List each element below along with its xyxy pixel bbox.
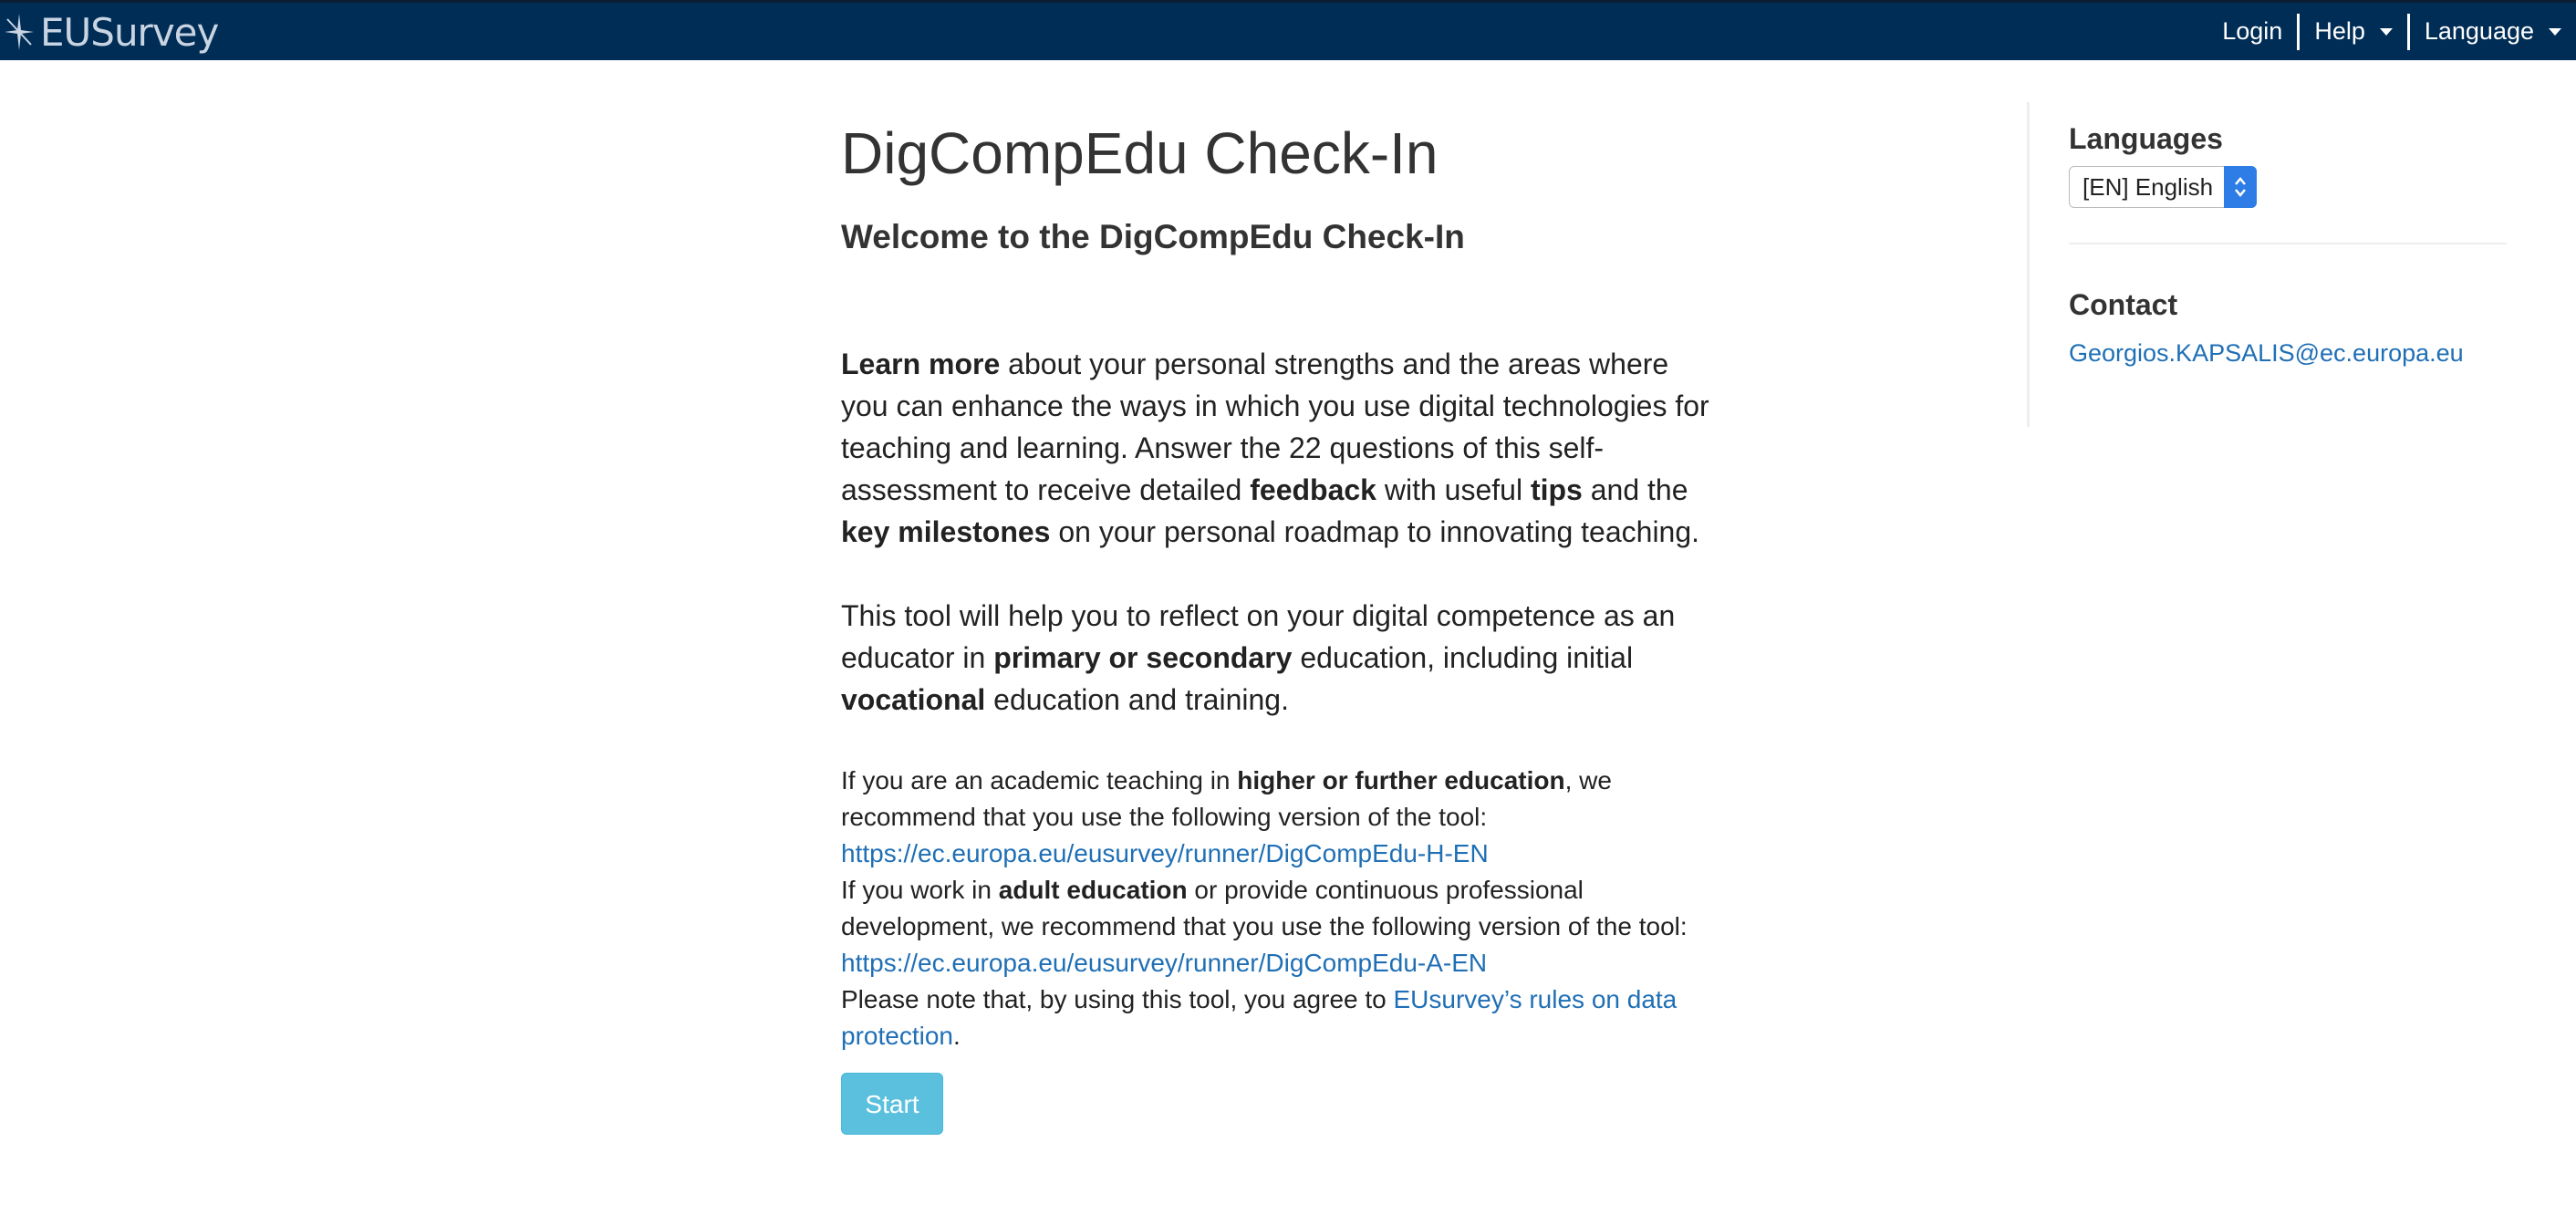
bold-text: vocational <box>841 683 986 716</box>
language-select[interactable]: [EN] English <box>2069 166 2257 208</box>
help-label: Help <box>2314 17 2365 45</box>
language-menu[interactable]: Language <box>2410 14 2576 50</box>
page-title: DigCompEdu Check-In <box>841 120 1439 186</box>
text: education, including initial <box>1292 641 1634 674</box>
audience-paragraph: This tool will help you to reflect on yo… <box>841 595 1717 721</box>
contact-email-link[interactable]: Georgios.KAPSALIS@ec.europa.eu <box>2069 339 2507 368</box>
language-label: Language <box>2424 17 2534 45</box>
caret-down-icon <box>2549 27 2561 36</box>
alternative-versions-note: If you are an academic teaching in highe… <box>841 763 1717 1054</box>
language-select-value: [EN] English <box>2083 172 2214 201</box>
updown-arrows-icon <box>2224 166 2257 208</box>
sidebar-content: Languages [EN] English Contact Georgios.… <box>2069 102 2507 368</box>
adult-education-link[interactable]: https://ec.europa.eu/eusurvey/runner/Dig… <box>841 949 1487 977</box>
text: education and training. <box>985 683 1289 716</box>
text: and the <box>1582 473 1688 506</box>
start-button-wrapper: Start <box>841 1073 943 1135</box>
text: Please note that, by using this tool, yo… <box>841 985 1394 1013</box>
bold-text: key milestones <box>841 515 1051 548</box>
text: If you are an academic teaching in <box>841 766 1238 794</box>
logo-text: EUSurvey <box>40 9 219 55</box>
text: on your personal roadmap to innovating t… <box>1050 515 1700 548</box>
higher-education-link[interactable]: https://ec.europa.eu/eusurvey/runner/Dig… <box>841 839 1489 867</box>
eusurvey-logo[interactable]: EUSurvey <box>4 6 219 57</box>
contact-heading: Contact <box>2069 288 2178 321</box>
help-menu[interactable]: Help <box>2300 14 2407 50</box>
bold-text: feedback <box>1250 473 1376 506</box>
top-nav-menu: Login Help Language <box>2207 3 2576 60</box>
right-sidebar: Languages [EN] English Contact Georgios.… <box>2027 102 2507 427</box>
survey-intro: DigCompEdu Check-In Welcome to the DigCo… <box>841 60 1717 1054</box>
bold-text: adult education <box>998 876 1188 904</box>
welcome-heading: Welcome to the DigCompEdu Check-In <box>841 218 1465 255</box>
text: with useful <box>1376 473 1531 506</box>
text: . <box>952 1022 961 1050</box>
sidebar-divider <box>2069 243 2507 244</box>
login-label: Login <box>2222 17 2283 45</box>
data-protection-note: Please note that, by using this tool, yo… <box>841 981 1717 1054</box>
caret-down-icon <box>2379 27 2393 36</box>
eusurvey-star-icon <box>5 14 34 50</box>
top-navbar: EUSurvey Login Help Language <box>0 0 2576 60</box>
intro-paragraph: Learn more about your personal strengths… <box>841 343 1717 553</box>
bold-text: tips <box>1530 473 1583 506</box>
bold-text: Learn more <box>841 348 1001 380</box>
login-link[interactable]: Login <box>2207 14 2297 50</box>
adult-education-note: If you work in adult education or provid… <box>841 872 1717 945</box>
text: If you work in <box>841 876 999 904</box>
bold-text: higher or further education <box>1237 766 1565 794</box>
bold-text: primary or secondary <box>993 641 1293 674</box>
start-button[interactable]: Start <box>841 1073 943 1135</box>
languages-heading: Languages <box>2069 122 2223 155</box>
higher-education-note: If you are an academic teaching in highe… <box>841 763 1717 836</box>
